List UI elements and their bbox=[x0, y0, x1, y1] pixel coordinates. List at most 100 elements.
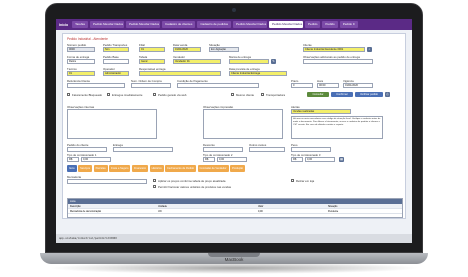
ordem-compra-field[interactable] bbox=[131, 83, 171, 88]
nav-tab[interactable]: Pedido bbox=[305, 21, 321, 28]
mercadoria-field[interactable] bbox=[67, 179, 147, 184]
situacao-field[interactable]: Em digitação bbox=[209, 47, 239, 52]
entrega-field[interactable] bbox=[113, 147, 173, 152]
nav-tab-active[interactable]: Pedido Mesclar Dados bbox=[269, 21, 304, 28]
transportadora-label: Transportadora bbox=[266, 93, 286, 97]
calculator-icon[interactable]: ▦ bbox=[339, 157, 344, 162]
nav-tab[interactable]: Tarefas bbox=[72, 21, 88, 28]
nav-tab-label: Pedido Mesclar Dados bbox=[272, 22, 303, 26]
tab-comissao[interactable]: Comissão de Vendedor bbox=[197, 165, 229, 172]
cell: UN bbox=[158, 210, 162, 213]
tab-frete[interactable]: Frete e Seguro bbox=[109, 165, 131, 172]
nav-tab[interactable]: Pedido Mesclar Dados bbox=[89, 21, 124, 28]
nav-tab[interactable]: Pedido 9 bbox=[339, 21, 358, 28]
tab-itens[interactable]: Itens bbox=[67, 165, 77, 172]
mesmo-cliente-checkbox[interactable] bbox=[231, 93, 234, 96]
nav-tab-label: Pedido Mesclar Dados bbox=[128, 22, 160, 26]
order-form: Pedido Industrial - Atendente Número ped… bbox=[62, 33, 406, 219]
data-venda-field[interactable]: 01/01/2020 bbox=[173, 47, 201, 52]
condicao-field[interactable] bbox=[177, 83, 259, 88]
stage: MacBook Início Tarefas Pedido Mesclar Da… bbox=[0, 0, 468, 277]
nav-tab-label: Cadastro de pedidos bbox=[200, 22, 229, 26]
comissao-2-value[interactable]: 0,00 bbox=[217, 157, 247, 162]
items-grid: Lista Descrição Unidade Valor Situação M… bbox=[67, 198, 403, 218]
outros-custos-field[interactable] bbox=[249, 147, 285, 152]
responsavel-field[interactable] bbox=[139, 71, 221, 76]
peso-field[interactable] bbox=[291, 147, 331, 152]
nav-tab-label: Pedido Mesclar Dados bbox=[92, 22, 124, 26]
referencia-field[interactable] bbox=[67, 83, 125, 88]
retirar-loja-checkbox[interactable] bbox=[291, 179, 294, 182]
search-icon[interactable]: ⌕ bbox=[367, 47, 372, 52]
tab-servicos[interactable]: Serviços bbox=[78, 165, 93, 172]
tipo-comissao-3-select[interactable]: R$ bbox=[291, 157, 303, 162]
faturamento-bloqueado-label: Faturamento Bloqueado bbox=[72, 93, 103, 97]
nav-tab[interactable]: Cadastro de clientes bbox=[161, 21, 196, 28]
prazo-field[interactable]: 0 bbox=[291, 83, 313, 88]
pedido-base-field[interactable] bbox=[103, 59, 129, 64]
aplicar-precos-label: Aplicar os preços conforme tabela de pre… bbox=[158, 179, 226, 183]
home-link[interactable]: Início bbox=[59, 23, 68, 27]
tab-parcelas[interactable]: Parcelas bbox=[93, 165, 108, 172]
pedido-gerado-label: Pedido gerado via web bbox=[158, 93, 187, 97]
tipo-comissao-2-select[interactable]: R$ bbox=[203, 157, 215, 162]
app-screen: Início Tarefas Pedido Mesclar Dados Pedi… bbox=[56, 19, 412, 243]
tab-historico[interactable]: Histórico bbox=[149, 165, 164, 172]
tipo-comissao-1-select[interactable]: R$ bbox=[67, 157, 79, 162]
alert-message: Há uma ou mais mercadorias sem código de… bbox=[291, 116, 383, 139]
aplicar-precos-checkbox[interactable] bbox=[153, 179, 156, 182]
data-entrega-field[interactable]: Cliente Industrial Entrega bbox=[229, 71, 287, 76]
forma-entrega-field[interactable]: Retira bbox=[67, 59, 95, 64]
entregue-imediatamente-label: Entregue imediatamente bbox=[112, 93, 143, 97]
print-icon[interactable]: ⎙ bbox=[385, 92, 390, 97]
table-row[interactable]: Mercadoria de demonstração UN 0,00 Pende… bbox=[68, 209, 402, 214]
faturamento-bloqueado-checkbox[interactable] bbox=[67, 93, 70, 96]
tab-producao[interactable]: Produção bbox=[230, 165, 246, 172]
top-navigation: Início Tarefas Pedido Mesclar Dados Pedi… bbox=[56, 19, 412, 30]
transportadora-checkbox[interactable] bbox=[261, 93, 264, 96]
section-tabs: Itens Serviços Parcelas Frete e Seguro F… bbox=[67, 165, 246, 172]
nav-tab[interactable]: Cadastro de pedidos bbox=[197, 21, 232, 28]
comissao-1-value[interactable]: 0,00 bbox=[81, 157, 111, 162]
comissao-3-value[interactable]: 0,00 bbox=[305, 157, 335, 162]
nav-tab-label: Cadastro de clientes bbox=[164, 22, 193, 26]
tecnico-field[interactable]: 01 bbox=[67, 71, 95, 76]
cell: Pendente bbox=[328, 210, 339, 213]
cliente-field[interactable]: Cliente Industrial Atendente 0001 bbox=[303, 47, 365, 52]
tab-fechamento[interactable]: Fechamento de Pedido bbox=[165, 165, 197, 172]
cell: 0,00 bbox=[258, 210, 263, 213]
nav-tab[interactable]: Pedido Mesclar Dados bbox=[233, 21, 268, 28]
fracionar-label: Permitir fracionar valores unitários de … bbox=[158, 185, 232, 189]
hora-field[interactable]: 00:00 bbox=[317, 83, 339, 88]
operador-field[interactable]: Administrador bbox=[103, 71, 129, 76]
pedido-transportes-field[interactable]: Sim bbox=[103, 47, 129, 52]
retirar-loja-label: Retirar em loja bbox=[296, 179, 315, 183]
nav-tab[interactable]: Pedido bbox=[322, 21, 338, 28]
nav-tab-label: Pedido bbox=[308, 22, 318, 26]
fracionar-checkbox[interactable] bbox=[153, 185, 156, 188]
obs-impressao-textarea[interactable] bbox=[203, 109, 283, 139]
marca-field[interactable] bbox=[229, 59, 269, 64]
pedido-gerado-checkbox[interactable] bbox=[153, 93, 156, 96]
verificar-button[interactable]: Verificar pedido bbox=[355, 92, 383, 97]
consultar-button[interactable]: Consultar bbox=[307, 92, 329, 97]
cell: Mercadoria de demonstração bbox=[70, 210, 102, 213]
vigencia-field[interactable]: 01/01/2020 bbox=[343, 83, 373, 88]
entregue-imediatamente-checkbox[interactable] bbox=[107, 93, 110, 96]
camera-icon bbox=[232, 8, 236, 12]
tab-financeiro[interactable]: Financeiro bbox=[131, 165, 149, 172]
numero-pedido-field[interactable]: 0000 bbox=[67, 47, 95, 52]
edit-icon[interactable]: ✎ bbox=[271, 59, 276, 64]
pedido-cliente-field[interactable] bbox=[67, 147, 107, 152]
nav-tab[interactable]: Pedido Mesclar Dados bbox=[125, 21, 160, 28]
nav-tab-label: Pedido bbox=[325, 22, 335, 26]
filial-field[interactable]: 01 bbox=[139, 47, 165, 52]
desconto-field[interactable] bbox=[203, 147, 243, 152]
vendedor-field[interactable]: Vendedor 01 bbox=[173, 59, 221, 64]
tabela-field[interactable]: Geral bbox=[139, 59, 165, 64]
observacoes-frete-field[interactable] bbox=[303, 59, 373, 64]
nav-tab-label: Pedido 9 bbox=[342, 22, 355, 26]
obs-internas-textarea[interactable] bbox=[67, 109, 157, 139]
confirmar-button[interactable]: Confirmar bbox=[331, 92, 353, 97]
alertas-selector[interactable]: Vendas realizadas bbox=[291, 109, 351, 114]
